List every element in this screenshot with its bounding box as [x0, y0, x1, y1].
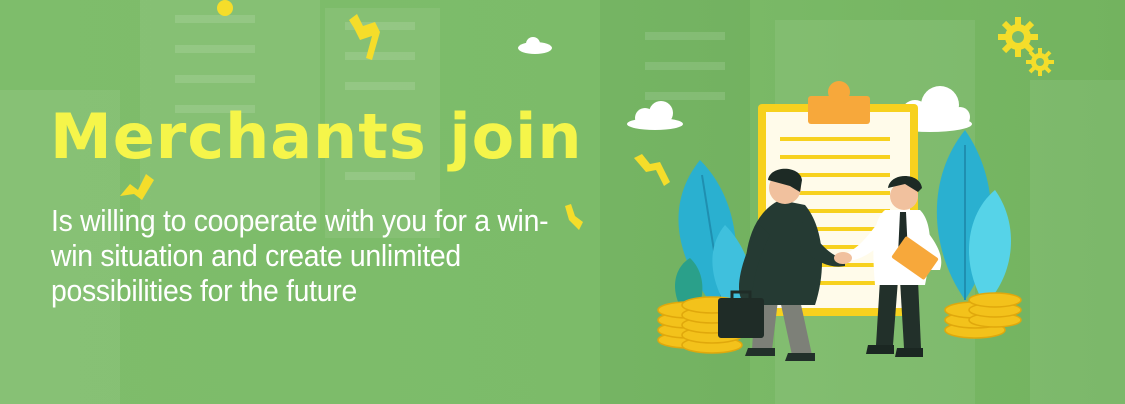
coin-stack-icon [944, 292, 1022, 339]
banner-subtitle: Is willing to cooperate with you for a w… [51, 204, 549, 308]
illustration [120, 0, 1054, 361]
gear-icon [998, 17, 1054, 76]
merchants-join-banner: Merchants join Is willing to cooperate w… [0, 0, 1125, 404]
leaf-plant-icon [936, 130, 1012, 305]
cloud-icon [627, 101, 683, 130]
handshake-icon [834, 252, 852, 264]
banner-title: Merchants join [50, 100, 583, 173]
cloud-icon [518, 37, 552, 54]
